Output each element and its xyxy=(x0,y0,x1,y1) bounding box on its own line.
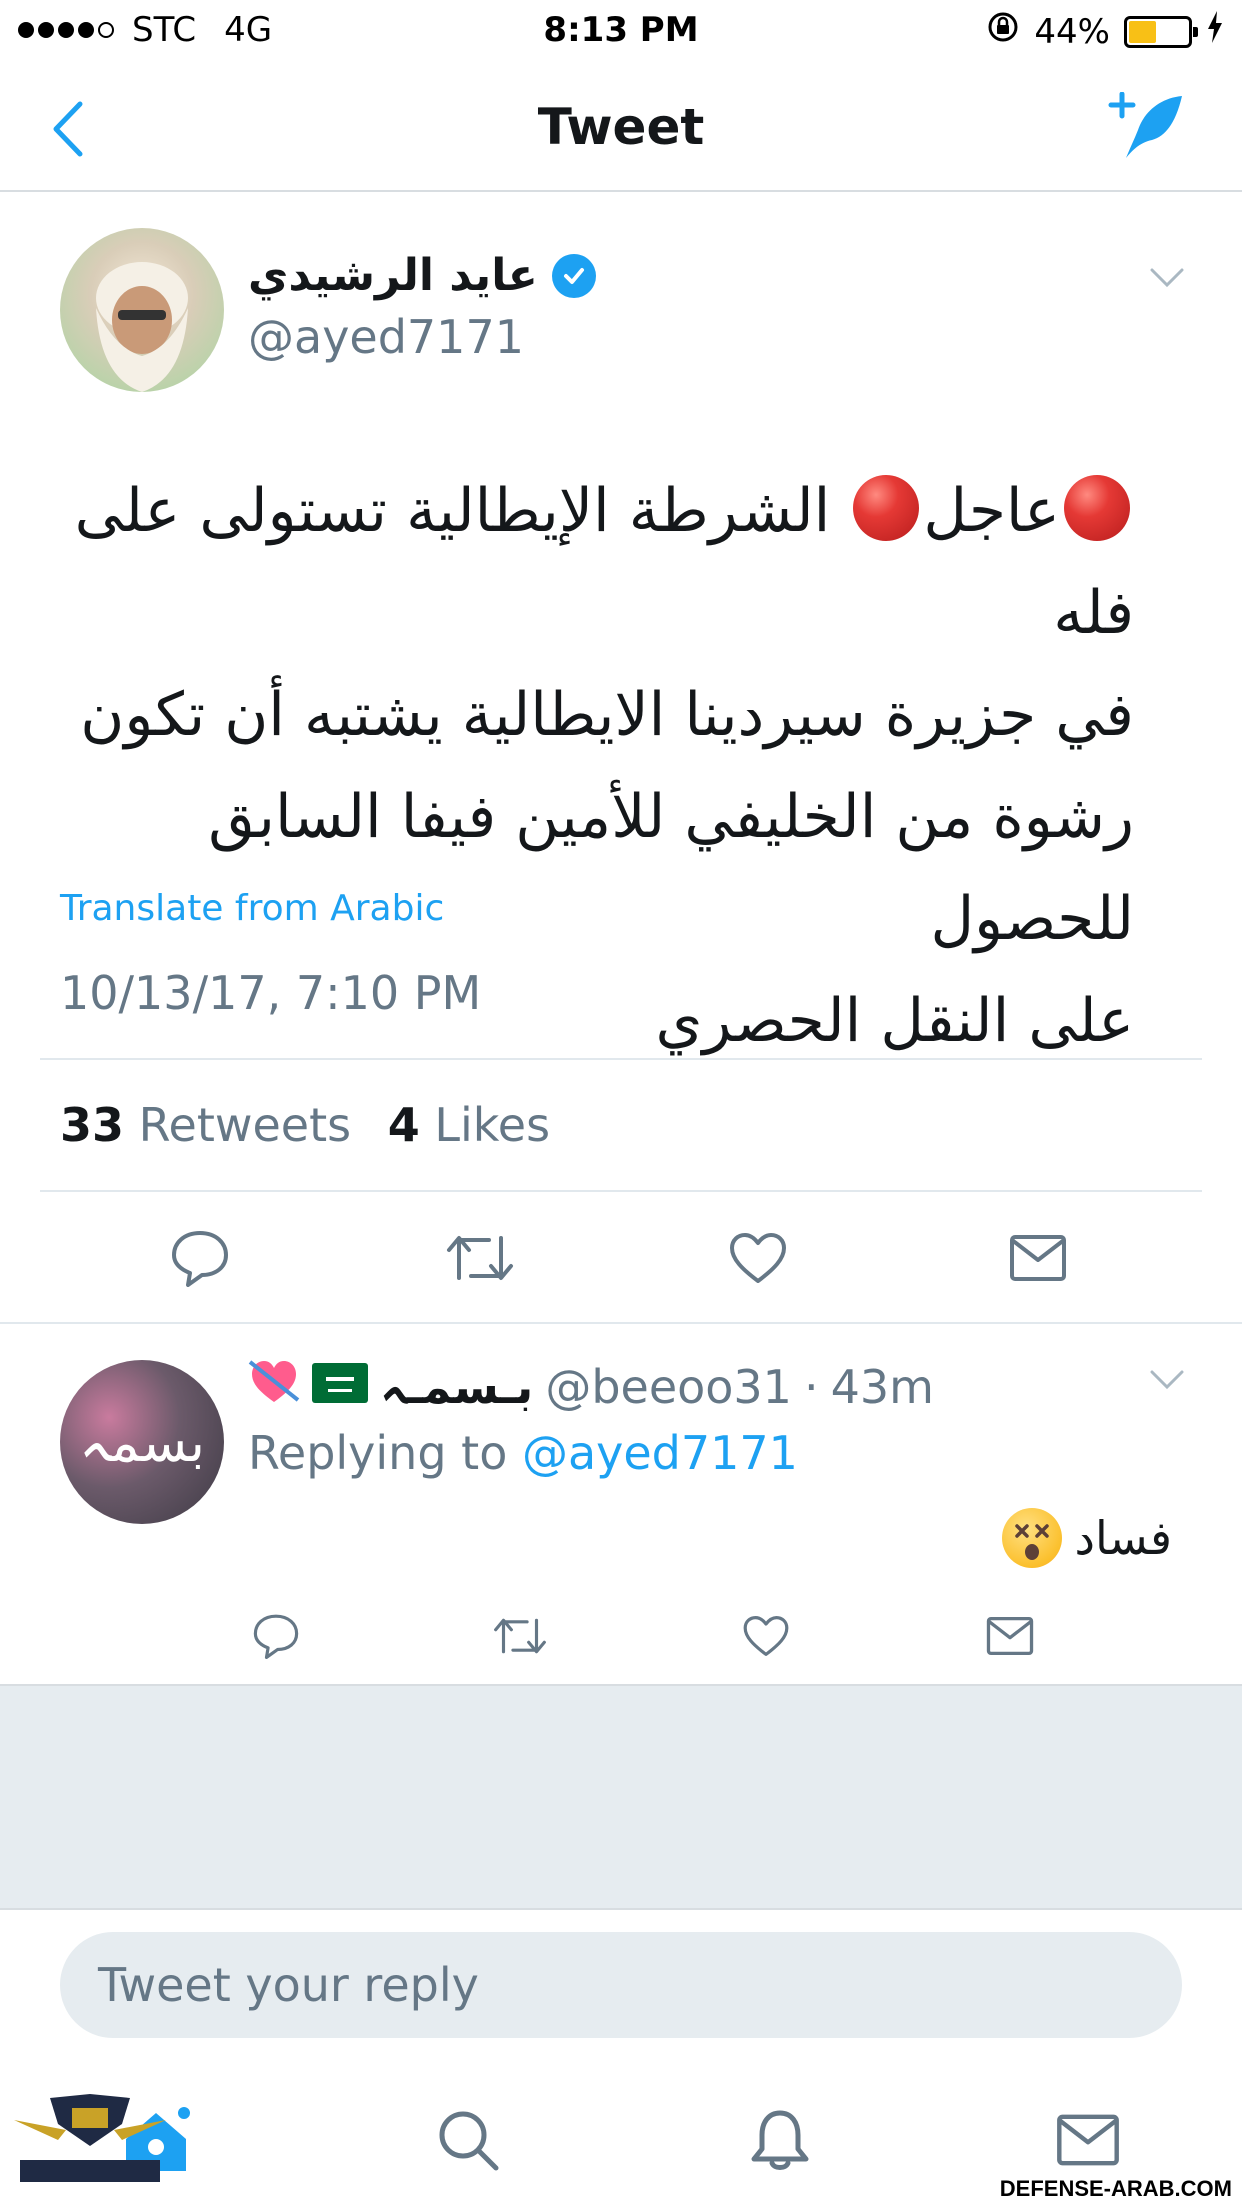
reply-button[interactable] xyxy=(160,1218,240,1298)
author-handle[interactable]: @ayed7171 xyxy=(248,310,524,364)
divider xyxy=(40,1058,1202,1060)
tweet-actions xyxy=(0,1218,1242,1298)
author-name[interactable]: عايد الرشيدي xyxy=(248,250,538,301)
compose-tweet-icon xyxy=(1108,91,1182,158)
share-dm-button[interactable] xyxy=(998,1218,1078,1298)
author-avatar[interactable] xyxy=(60,228,224,392)
reply-actions xyxy=(0,1606,1242,1666)
reply-avatar-lettering: بسمہ xyxy=(78,1410,206,1474)
reply-retweet-button[interactable] xyxy=(490,1606,550,1666)
tweet-line-3: رشوة من الخليفي للأمين فيفا السابق للحصو… xyxy=(208,782,1134,954)
battery-percent: 44% xyxy=(1034,11,1110,52)
watermark-logo xyxy=(10,2090,170,2205)
divider xyxy=(40,1190,1202,1192)
retweets-stat[interactable]: 33 Retweets xyxy=(60,1098,351,1152)
tweet-options-button[interactable] xyxy=(1150,268,1184,292)
retweet-icon xyxy=(494,1618,546,1654)
tweet-timestamp: 10/13/17, 7:10 PM xyxy=(60,966,482,1020)
notifications-icon xyxy=(751,2110,809,2170)
reply-separator: · xyxy=(803,1359,819,1414)
reply-time: 43m xyxy=(830,1359,934,1414)
reply-handle[interactable]: @beeoo31 xyxy=(545,1360,792,1414)
conversation-end-area xyxy=(0,1684,1242,1910)
retweet-icon xyxy=(447,1236,513,1280)
chevron-down-icon xyxy=(1150,1370,1184,1390)
reply-share-button[interactable] xyxy=(980,1606,1040,1666)
reply-text: فساد xyxy=(1074,1511,1172,1565)
reply-reply-button[interactable] xyxy=(246,1606,306,1666)
reply-header[interactable]: بـسمـہ @beeoo31 · 43m xyxy=(248,1356,934,1417)
envelope-icon xyxy=(1010,1235,1066,1281)
tweet-line-1: عاجل الشرطة الإيطالية تستولى على فله xyxy=(74,475,1134,648)
replying-to-handle-link[interactable]: @ayed7171 xyxy=(522,1426,798,1480)
tab-search[interactable] xyxy=(428,2100,508,2180)
charging-icon xyxy=(1206,11,1224,52)
verified-badge-icon xyxy=(551,253,596,298)
tab-notifications[interactable] xyxy=(740,2100,820,2180)
search-icon xyxy=(439,2111,499,2171)
chevron-down-icon xyxy=(1150,268,1184,288)
divider xyxy=(0,1322,1242,1324)
heart-icon xyxy=(730,1233,786,1283)
page-title: Tweet xyxy=(537,98,705,156)
heart-icon xyxy=(743,1616,789,1656)
dizzy-face-emoji-icon xyxy=(1002,1508,1063,1568)
likes-stat[interactable]: 4 Likes xyxy=(388,1098,550,1152)
author-name-row[interactable]: عايد الرشيدي xyxy=(248,250,596,301)
reply-like-button[interactable] xyxy=(736,1606,796,1666)
heart-arrow-emoji-icon xyxy=(248,1356,300,1417)
red-circle-emoji-icon xyxy=(1064,475,1130,541)
status-right: 44% xyxy=(986,10,1224,53)
reply-icon xyxy=(253,1614,299,1659)
red-circle-emoji-icon xyxy=(853,475,920,541)
tweet-line-2: في جزيرة سيردينا الايطالية يشتبه أن تكون xyxy=(80,680,1134,750)
reply-icon xyxy=(172,1231,228,1287)
reply-display-name[interactable]: بـسمـہ xyxy=(380,1360,533,1414)
envelope-icon xyxy=(986,1616,1034,1656)
battery-icon xyxy=(1124,15,1198,48)
saudi-flag-emoji-icon xyxy=(312,1360,368,1414)
compose-button[interactable] xyxy=(1108,91,1184,164)
retweet-button[interactable] xyxy=(440,1218,520,1298)
translate-link[interactable]: Translate from Arabic xyxy=(60,888,444,929)
tweet-stats: 33 Retweets 4 Likes xyxy=(60,1098,550,1152)
reply-avatar[interactable]: بسمہ xyxy=(60,1360,224,1524)
rotation-lock-icon xyxy=(986,10,1020,53)
status-bar: STC 4G 8:13 PM 44% xyxy=(0,0,1242,60)
reply-options-button[interactable] xyxy=(1150,1370,1184,1394)
nav-bar: Tweet xyxy=(0,60,1242,192)
tab-messages[interactable] xyxy=(1048,2100,1128,2180)
watermark-site: DEFENSE-ARAB.COM xyxy=(999,2176,1232,2201)
like-button[interactable] xyxy=(718,1218,798,1298)
messages-icon xyxy=(1057,2114,1119,2166)
replying-to: Replying to @ayed7171 xyxy=(248,1426,798,1480)
reply-input[interactable]: Tweet your reply xyxy=(60,1932,1182,2038)
reply-body: فساد xyxy=(1002,1508,1172,1568)
